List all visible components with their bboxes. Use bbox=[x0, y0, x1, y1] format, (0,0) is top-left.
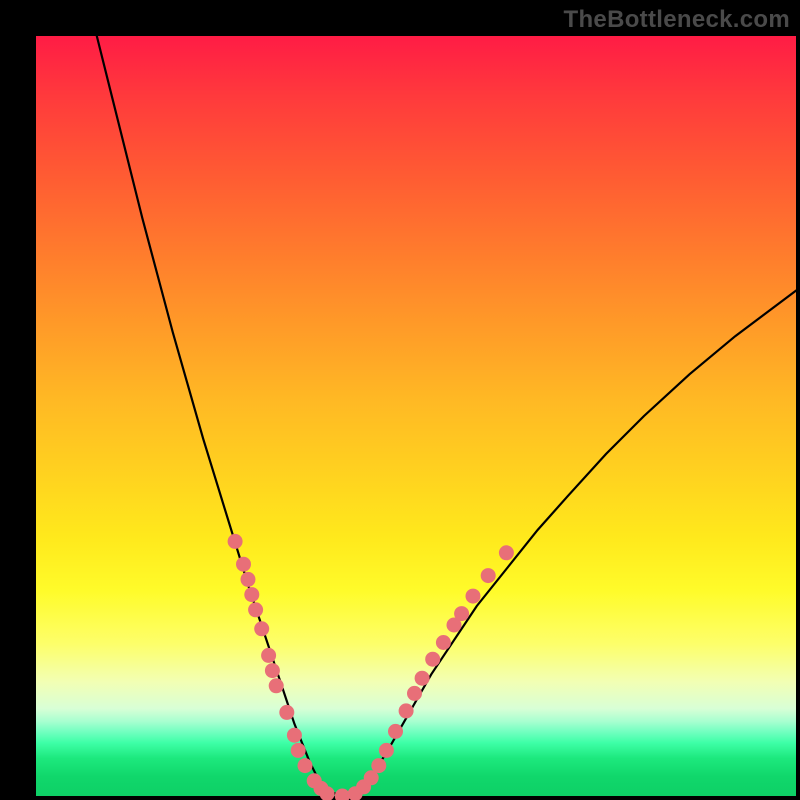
watermark-text: TheBottleneck.com bbox=[564, 6, 790, 34]
curve-marker bbox=[254, 621, 269, 636]
curve-marker bbox=[261, 648, 276, 663]
curve-marker bbox=[415, 671, 430, 686]
curve-marker bbox=[499, 545, 514, 560]
curve-marker bbox=[287, 728, 302, 743]
curve-marker bbox=[228, 534, 243, 549]
curve-marker bbox=[425, 652, 440, 667]
curve-marker bbox=[399, 703, 414, 718]
curve-marker bbox=[298, 758, 313, 773]
curve-marker bbox=[265, 663, 280, 678]
curve-marker bbox=[388, 724, 403, 739]
curve-marker bbox=[269, 678, 284, 693]
curve-marker bbox=[454, 606, 469, 621]
chart-svg bbox=[36, 36, 796, 796]
bottleneck-curve bbox=[97, 36, 796, 796]
curve-marker bbox=[407, 686, 422, 701]
curve-marker bbox=[248, 602, 263, 617]
curve-marker bbox=[379, 743, 394, 758]
curve-marker bbox=[279, 705, 294, 720]
curve-marker bbox=[436, 635, 451, 650]
curve-marker bbox=[291, 743, 306, 758]
curve-marker bbox=[335, 789, 350, 800]
curve-marker bbox=[244, 587, 259, 602]
curve-marker bbox=[236, 557, 251, 572]
plot-area bbox=[36, 36, 796, 796]
curve-marker bbox=[241, 572, 256, 587]
curve-marker bbox=[481, 568, 496, 583]
curve-marker bbox=[371, 758, 386, 773]
chart-frame: TheBottleneck.com bbox=[0, 0, 800, 800]
curve-marker bbox=[466, 589, 481, 604]
curve-markers bbox=[228, 534, 514, 800]
